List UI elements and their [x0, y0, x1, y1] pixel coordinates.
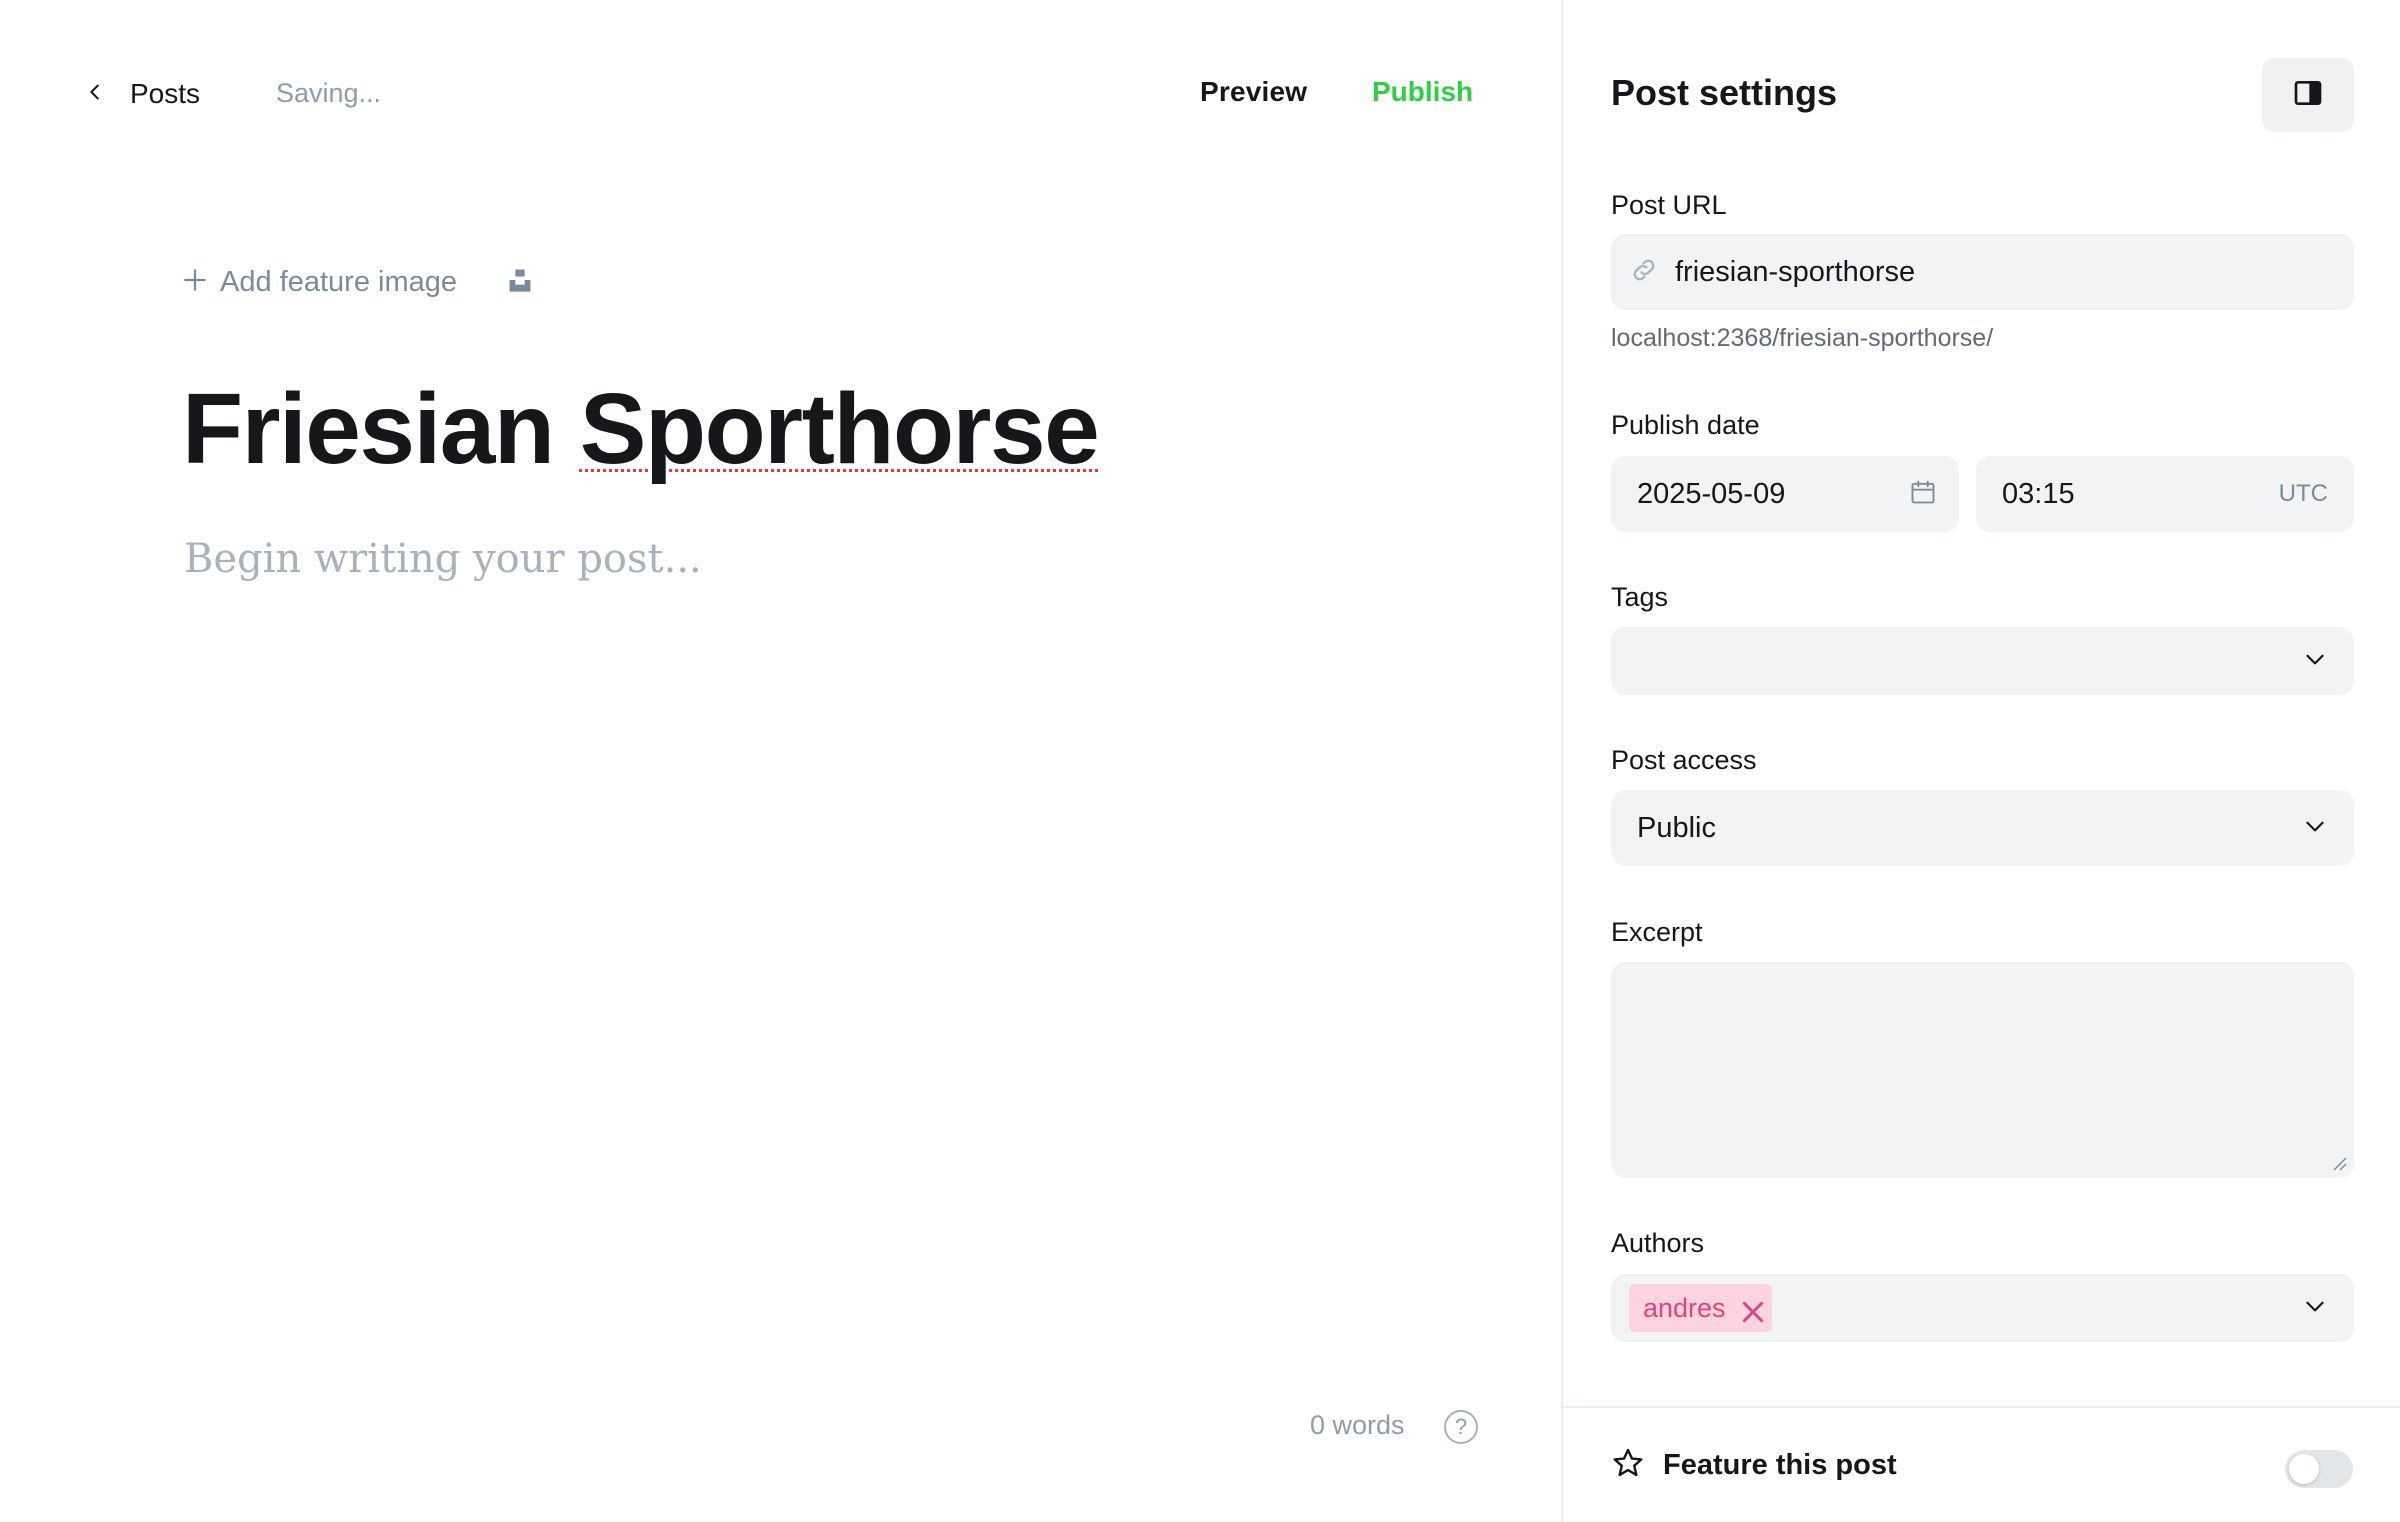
add-feature-image-label: Add feature image — [220, 266, 457, 298]
post-title[interactable]: Friesian Sporthorse — [182, 372, 1100, 487]
toggle-settings-panel-button[interactable] — [2262, 58, 2354, 132]
excerpt-textarea[interactable] — [1611, 962, 2354, 1178]
chevron-down-icon — [2302, 646, 2328, 677]
editor-topbar: Posts Saving... Preview Publish — [0, 0, 1561, 190]
save-status: Saving... — [276, 78, 382, 108]
feature-image-row: Add feature image — [182, 266, 535, 299]
unsplash-button[interactable] — [505, 268, 535, 298]
post-url-value: friesian-sporthorse — [1675, 255, 1916, 288]
excerpt-label: Excerpt — [1611, 917, 1703, 947]
post-url-input[interactable]: friesian-sporthorse — [1611, 234, 2354, 310]
post-settings-panel: Post settings Post URL friesian-sporthor… — [1561, 0, 2400, 1522]
publish-date-input[interactable]: 2025-05-09 — [1611, 456, 1959, 532]
link-icon — [1629, 255, 1675, 290]
feature-post-toggle[interactable] — [2285, 1450, 2353, 1488]
publish-date-value: 2025-05-09 — [1637, 477, 1786, 510]
chevron-down-icon — [2302, 1293, 2328, 1324]
post-editor-app: Posts Saving... Preview Publish Add feat… — [0, 0, 2400, 1522]
word-count: 0 words — [1310, 1410, 1405, 1440]
chevron-left-icon — [84, 81, 106, 108]
publish-date-label: Publish date — [1611, 410, 1760, 440]
preview-button[interactable]: Preview — [1200, 76, 1307, 108]
question-icon: ? — [1454, 1414, 1468, 1439]
publish-time-input[interactable]: 03:15 UTC — [1976, 456, 2354, 532]
post-access-label: Post access — [1611, 745, 1757, 775]
add-feature-image-button[interactable]: Add feature image — [182, 266, 457, 299]
post-access-value: Public — [1637, 811, 1716, 844]
settings-divider — [1563, 1406, 2400, 1408]
chevron-down-icon — [2302, 813, 2328, 844]
post-title-misspelled-word: Sporthorse — [579, 373, 1100, 485]
tags-label: Tags — [1611, 582, 1669, 612]
publish-button[interactable]: Publish — [1372, 76, 1473, 108]
help-button[interactable]: ? — [1444, 1410, 1478, 1444]
post-url-label: Post URL — [1611, 190, 1727, 220]
sidebar-toggle-icon — [2292, 77, 2324, 114]
post-url-full: localhost:2368/friesian-sporthorse/ — [1611, 324, 1994, 352]
calendar-icon — [1909, 478, 1937, 511]
publish-time-value: 03:15 — [2002, 477, 2075, 510]
author-chip: andres — [1629, 1284, 1772, 1332]
tags-select[interactable] — [1611, 627, 2354, 695]
post-title-word: Friesian — [182, 373, 555, 485]
feature-post-label: Feature this post — [1663, 1449, 1897, 1481]
feature-post-row: Feature this post — [1611, 1446, 1897, 1485]
author-name: andres — [1643, 1292, 1726, 1323]
star-icon — [1611, 1446, 1645, 1485]
plus-icon — [182, 267, 208, 298]
resize-handle-icon[interactable] — [2330, 1154, 2348, 1172]
authors-label: Authors — [1611, 1228, 1705, 1258]
post-access-select[interactable]: Public — [1611, 790, 2354, 866]
post-body-editor[interactable]: Begin writing your post... — [184, 536, 702, 582]
remove-author-icon[interactable] — [1740, 1299, 1763, 1323]
back-label: Posts — [130, 78, 201, 109]
editor-pane: Posts Saving... Preview Publish Add feat… — [0, 0, 1561, 1522]
unsplash-icon — [506, 266, 534, 299]
back-to-posts-button[interactable]: Posts — [84, 72, 200, 116]
settings-title: Post settings — [1611, 72, 1838, 113]
timezone-label: UTC — [2278, 480, 2328, 507]
toggle-knob — [2289, 1454, 2319, 1484]
authors-select[interactable]: andres — [1611, 1274, 2354, 1342]
